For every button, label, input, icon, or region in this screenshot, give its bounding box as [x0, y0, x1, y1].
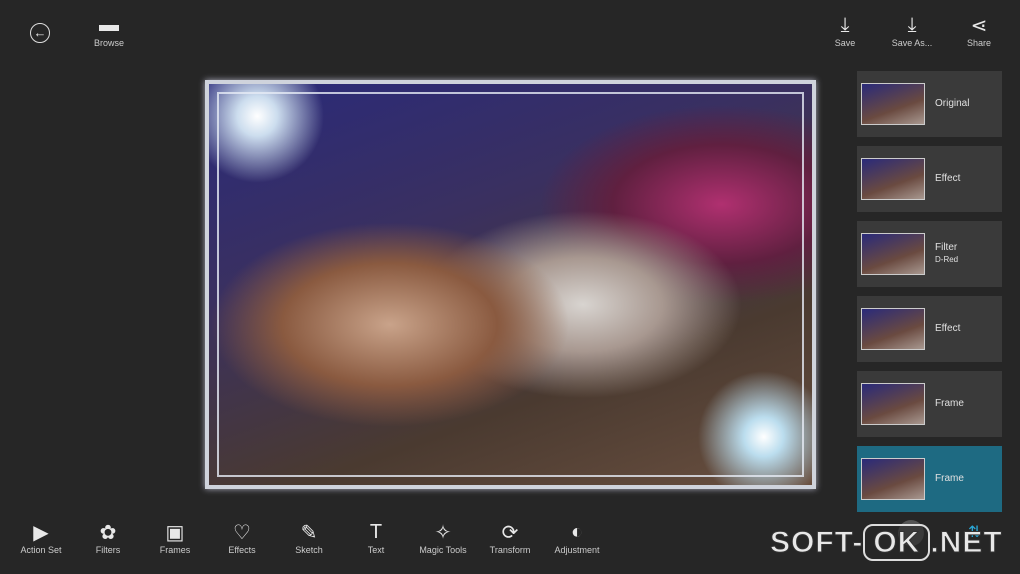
share-button[interactable]: ⋖ Share	[949, 12, 1009, 49]
browse-button[interactable]: ▬ Browse	[79, 12, 139, 49]
transform-icon: ⟳	[501, 521, 519, 544]
photo-canvas[interactable]	[205, 80, 816, 489]
adjustment-icon: ◐	[570, 520, 584, 543]
tool-frames[interactable]: ▣ Frames	[145, 519, 205, 556]
tool-label: Adjustment	[554, 545, 600, 555]
history-label: Frame	[935, 398, 964, 409]
tool-effects[interactable]: ♡ Effects	[212, 519, 272, 556]
history-item[interactable]: Frame	[857, 371, 1002, 437]
tool-label: Filters	[95, 545, 121, 555]
action-set-icon: ▶	[33, 521, 49, 544]
history-thumbnail	[861, 308, 925, 350]
history-item[interactable]: Frame	[857, 446, 1002, 512]
tool-label: Transform	[489, 545, 531, 555]
history-thumbnail	[861, 458, 925, 500]
history-label: Effect	[935, 173, 961, 184]
watermark-right: .NET	[930, 526, 1003, 560]
tool-label: Frames	[159, 545, 191, 555]
watermark: SOFT- OK .NET	[769, 524, 1003, 561]
tool-magic-tools[interactable]: ✧ Magic Tools	[413, 519, 473, 556]
back-arrow-icon: ←	[10, 20, 70, 46]
sketch-icon: ✎	[300, 521, 318, 544]
share-icon: ⋖	[970, 14, 988, 37]
tool-label: Action Set	[20, 545, 62, 555]
download-icon: ⤓	[907, 13, 917, 36]
effects-icon: ♡	[233, 521, 251, 544]
folder-icon: ▬	[99, 13, 119, 36]
save-button[interactable]: ⤓ Save	[815, 12, 875, 49]
download-icon: ⤓	[840, 13, 850, 36]
tool-sketch[interactable]: ✎ Sketch	[279, 519, 339, 556]
tool-action-set[interactable]: ▶ Action Set	[11, 519, 71, 556]
tool-adjustment[interactable]: ◐ Adjustment	[547, 519, 607, 556]
history-thumbnail	[861, 233, 925, 275]
back-button[interactable]: ←	[10, 20, 70, 46]
magic-tools-icon: ✧	[434, 521, 452, 544]
share-label: Share	[966, 38, 992, 48]
tool-filters[interactable]: ✿ Filters	[78, 519, 138, 556]
save-as-label: Save As...	[891, 38, 933, 48]
frames-icon: ▣	[165, 521, 185, 544]
tool-transform[interactable]: ⟳ Transform	[480, 519, 540, 556]
tool-label: Effects	[228, 545, 256, 555]
tool-label: Magic Tools	[419, 545, 467, 555]
history-thumbnail	[861, 158, 925, 200]
history-thumbnail	[861, 383, 925, 425]
history-sublabel: D-Red	[935, 255, 959, 264]
watermark-left: SOFT-	[769, 526, 864, 560]
filters-icon: ✿	[99, 521, 117, 544]
history-label: Original	[935, 98, 970, 109]
history-item[interactable]: Effect	[857, 296, 1002, 362]
tool-text[interactable]: T Text	[346, 519, 406, 556]
history-thumbnail	[861, 83, 925, 125]
browse-label: Browse	[93, 38, 124, 48]
save-label: Save	[834, 38, 856, 48]
history-label: Filter	[935, 242, 958, 253]
photo-frame	[217, 92, 804, 477]
history-item[interactable]: Original	[857, 71, 1002, 137]
history-item[interactable]: Filter D-Red	[857, 221, 1002, 287]
history-label: Frame	[935, 473, 964, 484]
history-item[interactable]: Effect	[857, 146, 1002, 212]
history-label: Effect	[935, 323, 961, 334]
tool-label: Text	[367, 545, 385, 555]
tool-label: Sketch	[295, 545, 323, 555]
text-icon: T	[369, 520, 383, 543]
watermark-box: OK	[863, 524, 931, 561]
save-as-button[interactable]: ⤓ Save As...	[882, 12, 942, 49]
